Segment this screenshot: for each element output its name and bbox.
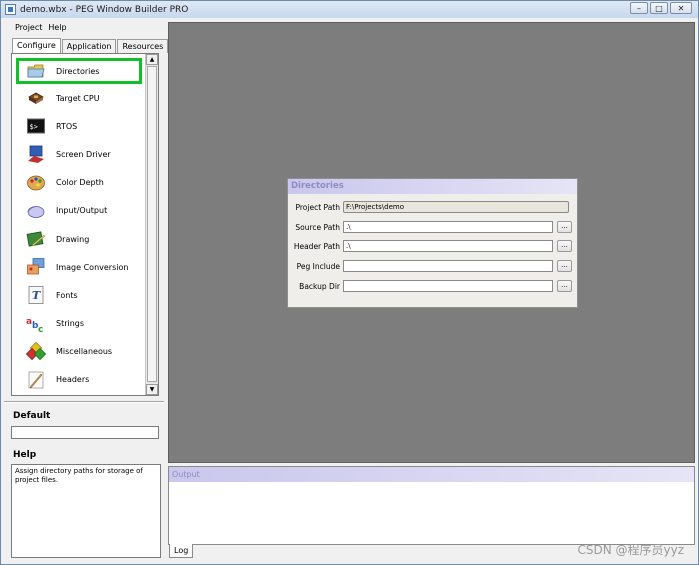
nav-item-strings[interactable]: a b c Strings bbox=[12, 310, 145, 338]
maximize-button[interactable]: □ bbox=[650, 2, 668, 14]
nav-item-label: Input/Output bbox=[56, 206, 108, 216]
pen-icon bbox=[28, 371, 44, 389]
svg-text:T: T bbox=[32, 289, 41, 302]
title-bar: demo.wbx - PEG Window Builder PRO – □ ✕ bbox=[1, 1, 698, 18]
svg-text:$>: $> bbox=[30, 123, 38, 131]
blocks-icon bbox=[26, 341, 46, 360]
output-panel: Output bbox=[168, 466, 695, 545]
app-icon bbox=[5, 4, 16, 15]
image-icon bbox=[27, 258, 45, 275]
dialog-title: Directories bbox=[288, 179, 577, 194]
tab-configure[interactable]: Configure bbox=[12, 38, 61, 54]
nav-item-label: Miscellaneous bbox=[56, 347, 113, 357]
abc-icon: a b c bbox=[26, 317, 43, 334]
nav-scrollbar[interactable]: ▲ ▼ bbox=[145, 54, 158, 395]
nav-item-color-depth[interactable]: Color Depth bbox=[12, 169, 145, 197]
mouse-icon bbox=[27, 205, 45, 218]
nav-item-miscellaneous[interactable]: Miscellaneous bbox=[12, 338, 145, 366]
terminal-icon: $> bbox=[27, 118, 45, 134]
help-label: Help bbox=[13, 450, 37, 460]
source-path-field[interactable]: .\ bbox=[343, 221, 553, 233]
output-title: Output bbox=[169, 467, 694, 482]
nav-item-label: Strings bbox=[56, 319, 85, 329]
nav-item-label: Color Depth bbox=[56, 178, 104, 188]
window-title: demo.wbx - PEG Window Builder PRO bbox=[20, 4, 189, 15]
backup-dir-label: Backup Dir bbox=[299, 282, 340, 291]
nav-item-screen-driver[interactable]: Screen Driver bbox=[12, 140, 145, 168]
tab-application[interactable]: Application bbox=[61, 39, 117, 53]
nav-item-label: Screen Driver bbox=[56, 149, 111, 159]
peg-include-row: Peg Include ... bbox=[288, 260, 577, 274]
header-path-browse-button[interactable]: ... bbox=[557, 240, 572, 252]
scroll-up-button[interactable]: ▲ bbox=[146, 54, 158, 65]
folder-icon bbox=[27, 64, 45, 78]
header-path-field[interactable]: .\ bbox=[343, 240, 553, 252]
nav-item-fonts[interactable]: T Fonts bbox=[12, 281, 145, 309]
nav-item-label: Headers bbox=[56, 375, 90, 385]
minimize-button[interactable]: – bbox=[630, 2, 648, 14]
scroll-down-button[interactable]: ▼ bbox=[146, 384, 158, 395]
svg-text:c: c bbox=[38, 325, 43, 334]
watermark: CSDN @程序员yyz bbox=[577, 543, 684, 557]
monitor-icon bbox=[28, 146, 44, 164]
nav-item-headers[interactable]: Headers bbox=[12, 366, 145, 394]
font-icon: T bbox=[28, 286, 44, 305]
backup-dir-row: Backup Dir ... bbox=[288, 280, 577, 294]
tab-log[interactable]: Log bbox=[169, 544, 194, 558]
nav-item-label: RTOS bbox=[56, 121, 78, 131]
nav-item-input-output[interactable]: Input/Output bbox=[12, 197, 145, 225]
menu-project[interactable]: Project bbox=[2, 23, 48, 32]
nav-item-label: Image Conversion bbox=[56, 262, 129, 272]
project-path-field: F:\Projects\demo bbox=[343, 201, 569, 213]
directories-dialog: Directories Project Path F:\Projects\dem… bbox=[287, 178, 578, 308]
project-path-row: Project Path F:\Projects\demo bbox=[288, 201, 577, 215]
panel-divider[interactable] bbox=[4, 401, 164, 403]
drawing-icon bbox=[26, 231, 46, 247]
menu-help[interactable]: Help bbox=[48, 23, 72, 32]
close-button[interactable]: ✕ bbox=[670, 2, 692, 14]
peg-include-label: Peg Include bbox=[296, 262, 340, 271]
header-path-row: Header Path .\ ... bbox=[288, 240, 577, 254]
scroll-thumb[interactable] bbox=[147, 66, 157, 382]
header-path-label: Header Path bbox=[293, 242, 340, 251]
source-path-label: Source Path bbox=[295, 223, 340, 232]
configure-list: Directories Target CPU $> RTOS Screen Dr… bbox=[12, 54, 145, 395]
design-workspace[interactable]: Directories Project Path F:\Projects\dem… bbox=[168, 22, 695, 463]
backup-dir-field[interactable] bbox=[343, 280, 553, 292]
tab-resources[interactable]: Resources bbox=[117, 39, 169, 53]
default-field[interactable] bbox=[11, 426, 159, 439]
palette-icon bbox=[27, 175, 45, 191]
left-tabs: Configure Application Resources bbox=[12, 37, 169, 54]
window-controls: – □ ✕ bbox=[630, 2, 692, 14]
nav-item-directories[interactable]: Directories bbox=[16, 58, 142, 84]
app-window: demo.wbx - PEG Window Builder PRO – □ ✕ … bbox=[0, 0, 699, 565]
nav-item-drawing[interactable]: Drawing bbox=[12, 225, 145, 253]
source-path-row: Source Path .\ ... bbox=[288, 221, 577, 235]
peg-include-browse-button[interactable]: ... bbox=[557, 260, 572, 272]
nav-item-target-cpu[interactable]: Target CPU bbox=[12, 84, 145, 112]
backup-dir-browse-button[interactable]: ... bbox=[557, 280, 572, 292]
help-text: Assign directory paths for storage of pr… bbox=[11, 464, 161, 558]
configure-list-panel: Directories Target CPU $> RTOS Screen Dr… bbox=[11, 53, 159, 396]
chip-icon bbox=[28, 92, 44, 105]
project-path-label: Project Path bbox=[295, 203, 340, 212]
nav-item-label: Drawing bbox=[56, 234, 90, 244]
nav-item-rtos[interactable]: $> RTOS bbox=[12, 112, 145, 140]
nav-item-label: Fonts bbox=[56, 290, 78, 300]
nav-item-image-conversion[interactable]: Image Conversion bbox=[12, 253, 145, 281]
source-path-browse-button[interactable]: ... bbox=[557, 221, 572, 233]
nav-item-label: Target CPU bbox=[56, 93, 100, 103]
nav-item-label: Directories bbox=[56, 66, 100, 76]
default-label: Default bbox=[13, 411, 51, 421]
peg-include-field[interactable] bbox=[343, 260, 553, 272]
menu-bar: Project Help bbox=[2, 19, 165, 35]
